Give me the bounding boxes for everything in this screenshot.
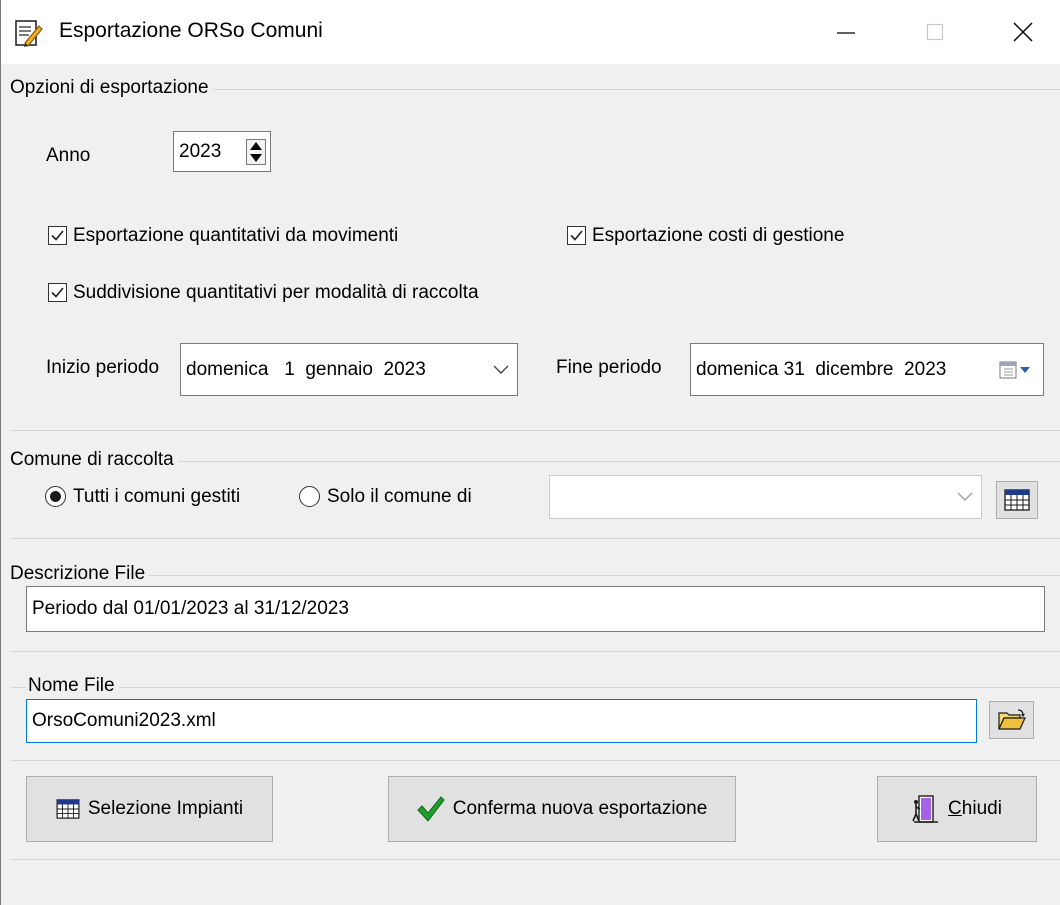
separator	[11, 859, 1060, 860]
radio-dot	[50, 491, 61, 502]
fine-periodo-picker[interactable]: domenica 31 dicembre 2023	[690, 343, 1044, 396]
comune-lookup-button[interactable]	[996, 481, 1038, 519]
title-bar[interactable]: Esportazione ORSo Comuni	[1, 0, 1060, 64]
separator	[11, 760, 1060, 761]
chiudi-label-rest: hiudi	[961, 798, 1002, 819]
edit-document-icon	[15, 20, 43, 47]
comune-dropdown[interactable]	[549, 475, 982, 519]
inizio-periodo-label: Inizio periodo	[46, 357, 160, 378]
chevron-down-icon	[493, 365, 509, 374]
checkmark-icon	[51, 230, 64, 241]
export-dialog: Esportazione ORSo Comuni Opzioni di espo…	[0, 0, 1060, 905]
conferma-esportazione-label: Conferma nuova esportazione	[452, 798, 708, 819]
suddivisione-label[interactable]: Suddivisione quantitativi per modalità d…	[73, 282, 479, 304]
exit-door-icon	[912, 795, 939, 823]
fine-periodo-value: domenica 31 dicembre 2023	[696, 358, 947, 380]
green-checkmark-icon	[417, 796, 445, 822]
fine-periodo-label: Fine periodo	[556, 357, 662, 378]
descrizione-group-title: Descrizione File	[10, 563, 150, 585]
separator	[11, 430, 1060, 431]
nome-file-value: OrsoComuni2023.xml	[32, 710, 216, 731]
spin-up-down-icon[interactable]	[246, 139, 266, 165]
descrizione-group-line	[11, 575, 1060, 576]
nome-file-group-title: Nome File	[26, 675, 119, 697]
minimize-button[interactable]	[816, 0, 876, 64]
tutti-comuni-label[interactable]: Tutti i comuni gestiti	[73, 486, 240, 508]
selezione-impianti-label: Selezione Impianti	[87, 798, 244, 819]
close-icon	[1013, 22, 1033, 42]
table-grid-icon	[1004, 489, 1030, 511]
inizio-periodo-value: domenica 1 gennaio 2023	[186, 358, 426, 380]
costi-checkbox[interactable]	[567, 226, 586, 245]
solo-comune-label[interactable]: Solo il comune di	[327, 486, 472, 508]
conferma-esportazione-button[interactable]: Conferma nuova esportazione	[388, 776, 736, 842]
nome-file-input[interactable]: OrsoComuni2023.xml	[26, 699, 977, 743]
options-group-title: Opzioni di esportazione	[10, 77, 213, 99]
inizio-periodo-dropdown[interactable]: domenica 1 gennaio 2023	[180, 343, 518, 396]
checkmark-icon	[51, 287, 64, 298]
costi-label[interactable]: Esportazione costi di gestione	[592, 225, 844, 247]
descrizione-input[interactable]: Periodo dal 01/01/2023 al 31/12/2023	[26, 586, 1045, 632]
chevron-down-icon	[957, 492, 973, 501]
checkmark-icon	[570, 230, 583, 241]
separator	[11, 538, 1060, 539]
movimenti-label[interactable]: Esportazione quantitativi da movimenti	[73, 225, 398, 247]
browse-folder-button[interactable]	[989, 701, 1034, 739]
maximize-button[interactable]	[905, 0, 965, 64]
suddivisione-checkbox[interactable]	[48, 283, 67, 302]
selezione-impianti-button[interactable]: Selezione Impianti	[26, 776, 273, 842]
chiudi-mnemonic: C	[948, 798, 962, 819]
chiudi-label: Chiudi	[948, 798, 1002, 820]
movimenti-checkbox[interactable]	[48, 226, 67, 245]
solo-comune-radio[interactable]	[299, 486, 320, 507]
anno-value: 2023	[179, 140, 222, 162]
open-folder-icon	[997, 709, 1026, 730]
anno-label: Anno	[46, 145, 91, 166]
minimize-icon	[837, 32, 855, 34]
maximize-icon	[926, 23, 944, 41]
tutti-comuni-radio[interactable]	[45, 486, 66, 507]
window-title: Esportazione ORSo Comuni	[59, 19, 323, 42]
calendar-dropdown-icon[interactable]	[999, 361, 1033, 381]
nome-file-group-line	[11, 687, 1060, 688]
close-button[interactable]	[993, 0, 1053, 64]
chiudi-button[interactable]: Chiudi	[877, 776, 1037, 842]
table-grid-icon	[56, 799, 80, 819]
comune-group-title: Comune di raccolta	[10, 449, 178, 471]
anno-spinner[interactable]: 2023	[173, 131, 271, 172]
descrizione-value: Periodo dal 01/01/2023 al 31/12/2023	[32, 598, 349, 619]
separator	[11, 651, 1060, 652]
